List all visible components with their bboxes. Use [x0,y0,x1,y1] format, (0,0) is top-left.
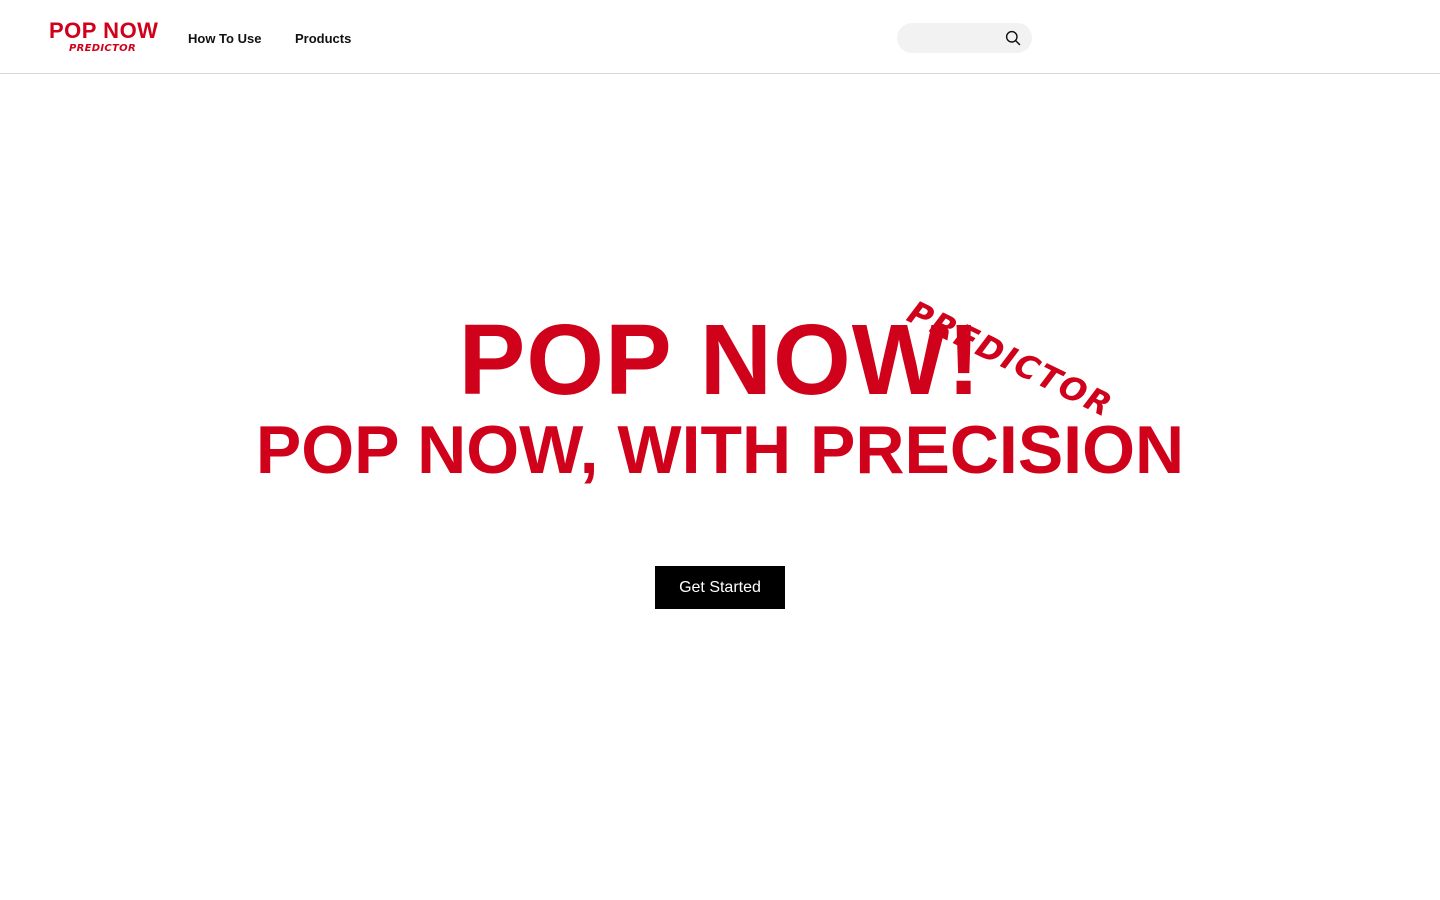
site-logo[interactable]: POP NOW PREDICTOR [49,18,159,60]
search-input[interactable] [909,23,1001,53]
search-icon[interactable] [1005,30,1021,46]
nav-link-products[interactable]: Products [295,31,351,47]
hero-subtitle: POP NOW, WITH PRECISION [255,412,1185,488]
nav-link-how-to-use[interactable]: How To Use [188,31,261,47]
hero-title: POP NOW! [458,304,982,416]
logo-tagline: PREDICTOR [69,43,136,54]
get-started-button[interactable]: Get Started [655,566,785,609]
search-box[interactable] [897,23,1032,53]
logo-wordmark: POP NOW [49,18,159,43]
site-header: POP NOW PREDICTOR How To Use Products [0,0,1440,74]
